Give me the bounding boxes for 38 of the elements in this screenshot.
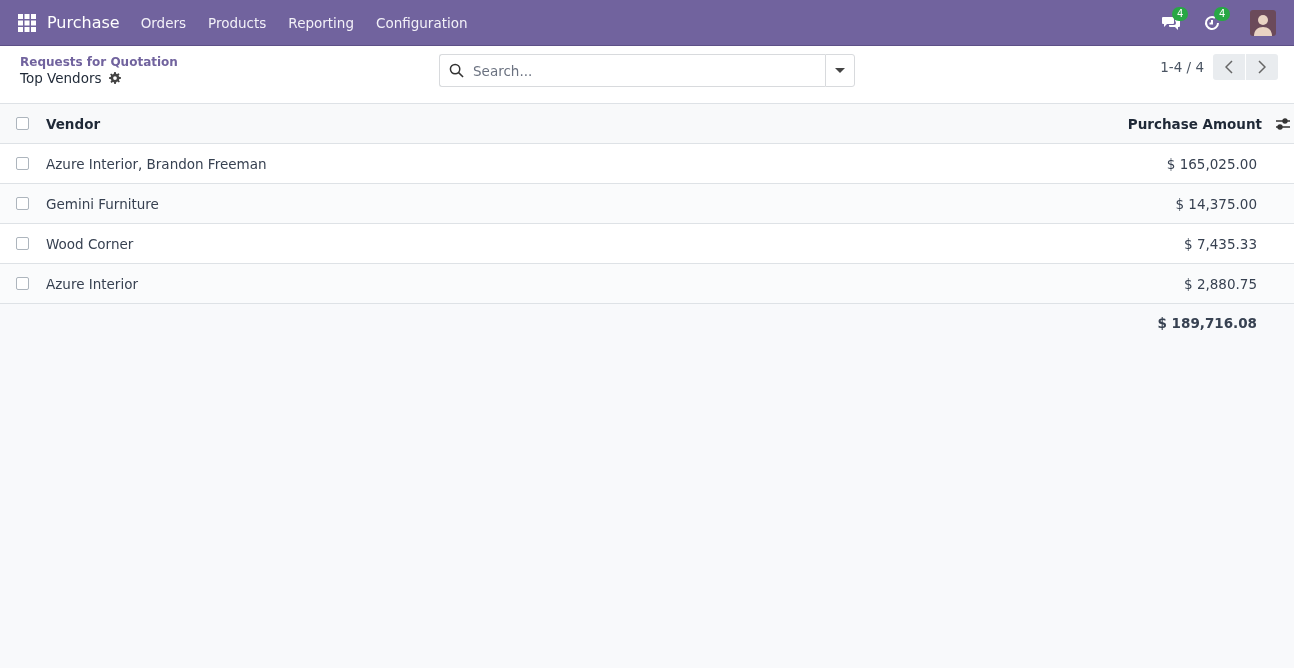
previous-page-button[interactable] (1213, 54, 1245, 80)
row-checkbox[interactable] (16, 197, 29, 210)
column-header[interactable]: Purchase Amount (1127, 115, 1262, 132)
avatar-silhouette-icon[interactable] (1250, 9, 1276, 36)
table-cell-text: Wood Corner (46, 235, 135, 252)
apps-grid-icon[interactable] (18, 13, 36, 32)
total-amount: $ 189,716.08 (1157, 315, 1257, 331)
column-header[interactable]: Vendor (46, 115, 1128, 132)
menu-item[interactable]: Reporting (277, 14, 365, 31)
chevron-right-icon (1258, 60, 1266, 74)
table-cell-text: Gemini Furniture (46, 195, 160, 212)
table-cell-text: Azure Interior, Brandon Freeman (46, 155, 268, 172)
sliders-icon[interactable] (1276, 117, 1290, 130)
chevron-left-icon (1225, 60, 1233, 74)
pager-range[interactable]: 1-4 / 4 (1160, 59, 1204, 75)
table-cell: $ 2,880.75 (1184, 275, 1257, 292)
activity-count-badge: 4 (1214, 6, 1231, 21)
table-cell: $ 165,025.00 (1166, 155, 1257, 172)
breadcrumb-link[interactable]: Requests for Quotation (20, 54, 439, 70)
row-checkbox[interactable] (16, 237, 29, 250)
row-checkbox[interactable] (16, 277, 29, 290)
row-checkbox[interactable] (16, 157, 29, 170)
message-count-badge: 4 (1172, 6, 1189, 21)
menu-item[interactable]: Configuration (365, 14, 479, 31)
caret-icon (835, 67, 845, 74)
clock-icon[interactable] (1204, 14, 1220, 31)
table-cell: $ 14,375.00 (1175, 195, 1257, 212)
view-title: Top Vendors (20, 70, 102, 86)
search-options-button[interactable] (825, 54, 855, 87)
row-checkbox[interactable] (16, 117, 29, 130)
next-page-button[interactable] (1246, 54, 1278, 80)
gear-icon[interactable] (108, 72, 121, 84)
search-field[interactable]: Search... (439, 54, 825, 87)
menu-item[interactable]: Products (197, 14, 278, 31)
app-name[interactable]: Purchase (47, 13, 120, 32)
table-cell-text: Azure Interior (46, 275, 139, 292)
menu-item[interactable]: Orders (129, 14, 198, 31)
table-cell: $ 7,435.33 (1184, 235, 1257, 252)
